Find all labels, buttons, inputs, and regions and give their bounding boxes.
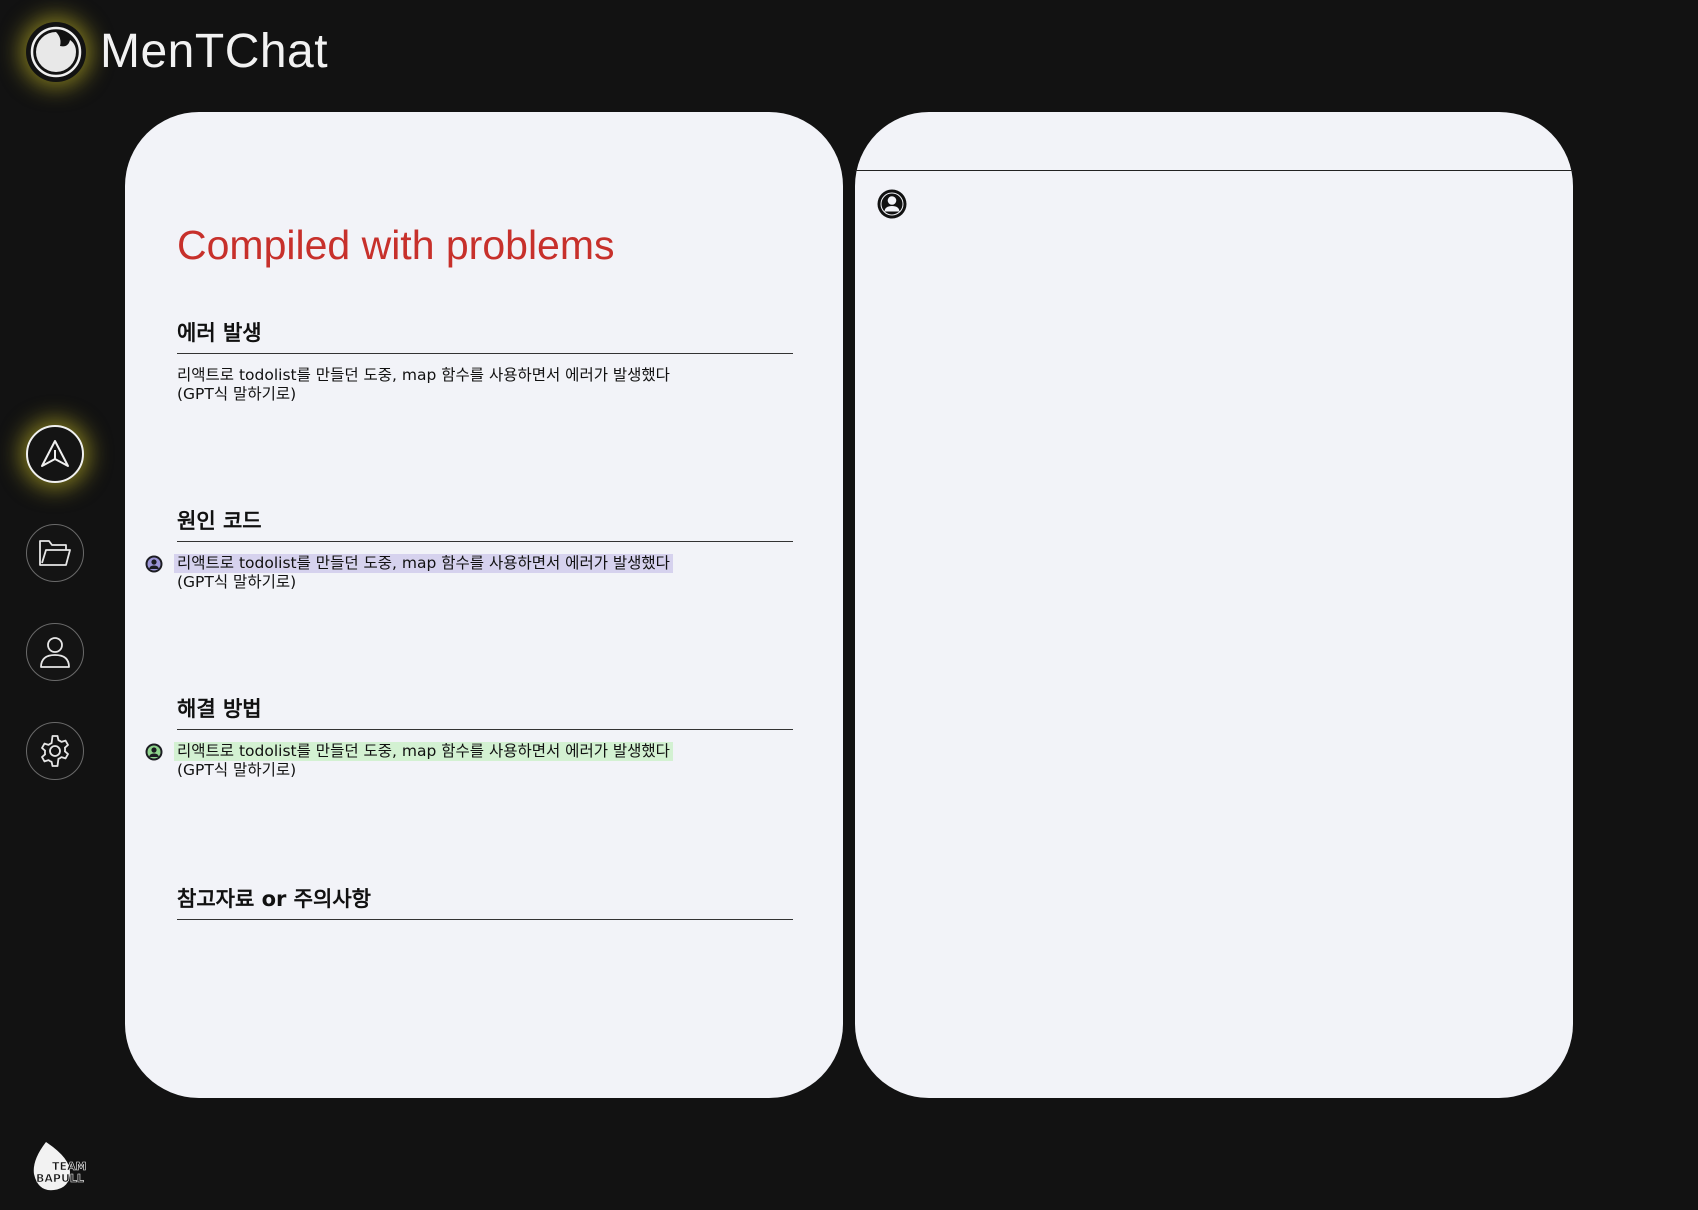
nav-profile-button[interactable] <box>26 623 84 681</box>
user-marker-icon <box>145 743 163 761</box>
section-body[interactable]: 리액트로 todolist를 만들던 도중, map 함수를 사용하면서 에러가… <box>145 554 793 592</box>
section-heading: 해결 방법 <box>177 693 793 730</box>
document-title: Compiled with problems <box>177 222 615 268</box>
user-marker-icon <box>145 555 163 573</box>
team-logo-text-bottom: BAPULL <box>36 1172 84 1185</box>
highlighted-text-line: 리액트로 todolist를 만들던 도중, map 함수를 사용하면서 에러가… <box>174 742 673 761</box>
section-references: 참고자료 or 주의사항 <box>177 883 793 920</box>
section-text-line: (GPT식 말하기로) <box>177 761 297 779</box>
section-heading: 참고자료 or 주의사항 <box>177 883 793 920</box>
app-title: MenTChat <box>100 25 329 78</box>
document-panel: Compiled with problems 에러 발생 리액트로 todoli… <box>125 112 843 1098</box>
section-heading: 에러 발생 <box>177 317 793 354</box>
paper-plane-icon <box>41 440 69 467</box>
nav-settings-button[interactable] <box>26 722 84 780</box>
user-icon <box>40 637 70 668</box>
section-text-line: (GPT식 말하기로) <box>177 385 297 403</box>
user-avatar-icon[interactable] <box>877 189 907 219</box>
section-text-line: 리액트로 todolist를 만들던 도중, map 함수를 사용하면서 에러가… <box>177 366 670 384</box>
section-text-line: (GPT식 말하기로) <box>177 573 297 591</box>
chat-panel <box>855 112 1573 1098</box>
team-logo: TEAM. BAPULL <box>30 1138 91 1194</box>
highlighted-text-line: 리액트로 todolist를 만들던 도중, map 함수를 사용하면서 에러가… <box>174 554 673 573</box>
section-body[interactable]: 리액트로 todolist를 만들던 도중, map 함수를 사용하면서 에러가… <box>177 366 793 404</box>
section-solution: 해결 방법 리액트로 todolist를 만들던 도중, map 함수를 사용하… <box>145 693 793 780</box>
gear-icon <box>41 735 69 767</box>
app-logo-icon <box>26 22 86 82</box>
section-cause-code: 원인 코드 리액트로 todolist를 만들던 도중, map 함수를 사용하… <box>145 505 793 592</box>
section-heading: 원인 코드 <box>177 505 793 542</box>
section-body[interactable]: 리액트로 todolist를 만들던 도중, map 함수를 사용하면서 에러가… <box>145 742 793 780</box>
chat-header-divider <box>855 170 1573 171</box>
app-root: MenTChat TEAM. BAPULL <box>0 0 1698 1210</box>
section-error: 에러 발생 리액트로 todolist를 만들던 도중, map 함수를 사용하… <box>177 317 793 404</box>
nav-folder-button[interactable] <box>26 524 84 582</box>
nav-send-button[interactable] <box>26 425 84 483</box>
folder-icon <box>39 540 71 566</box>
